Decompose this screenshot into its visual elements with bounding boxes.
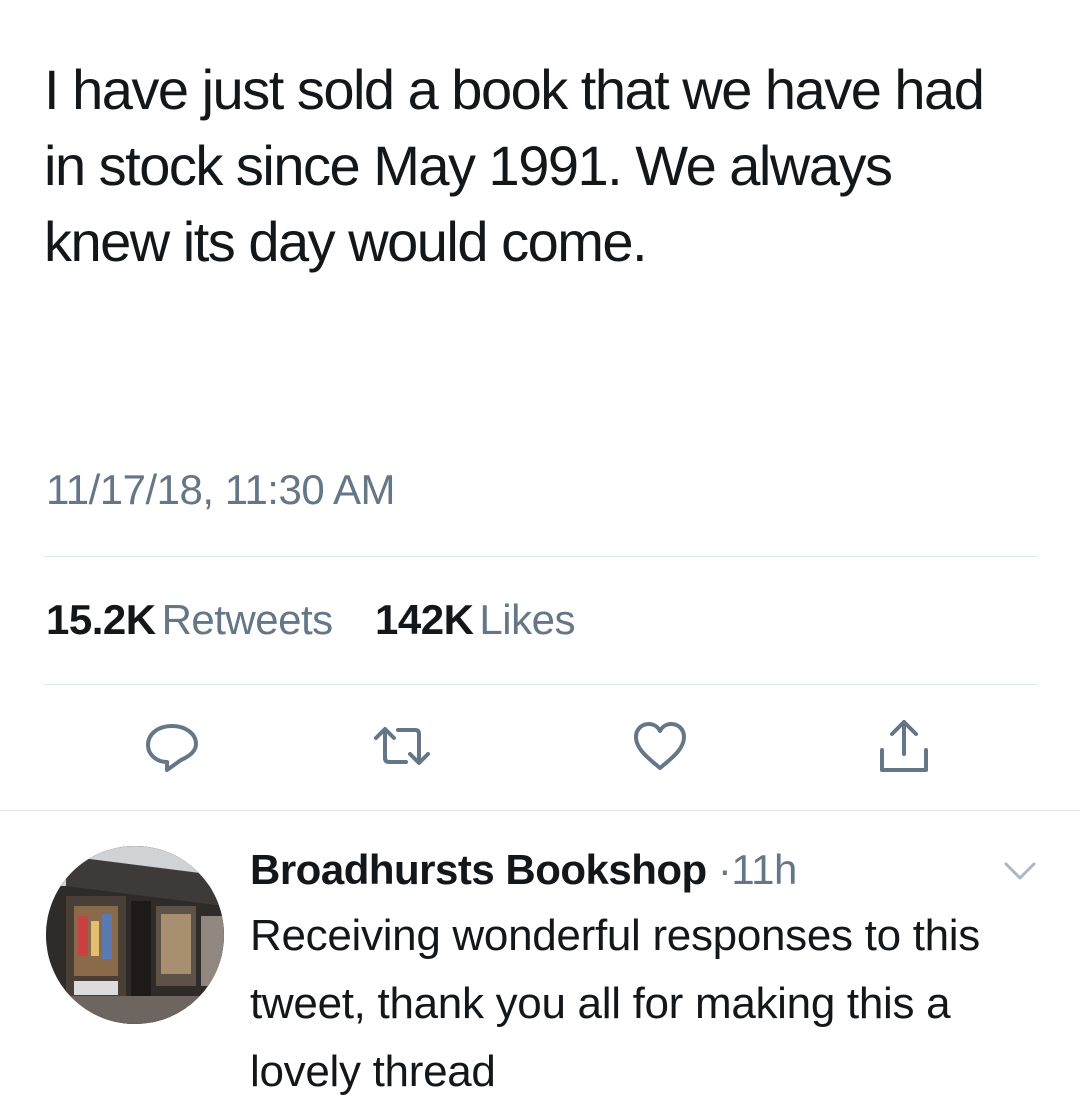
bookshop-storefront-photo	[46, 846, 224, 1024]
reply-text: Receiving wonderful responses to this tw…	[250, 911, 980, 1096]
reply-icon	[146, 724, 198, 772]
retweet-icon	[374, 727, 430, 765]
like-button[interactable]	[628, 714, 692, 778]
retweets-label: Retweets	[161, 596, 334, 643]
retweet-button[interactable]	[370, 714, 434, 778]
share-button[interactable]	[872, 714, 936, 778]
tweet-timestamp[interactable]: 11/17/18, 11:30 AM	[46, 462, 396, 518]
share-icon	[880, 720, 928, 772]
heart-icon	[634, 722, 686, 770]
reply-author-name[interactable]: Broadhursts Bookshop	[250, 846, 707, 893]
likes-label: Likes	[479, 596, 575, 643]
retweets-count: 15.2K	[46, 596, 156, 643]
divider	[44, 556, 1038, 557]
tweet-options-button[interactable]	[1000, 856, 1040, 886]
divider	[0, 810, 1080, 811]
reply-separator: ·	[717, 846, 732, 893]
reply-age[interactable]: 11h	[731, 846, 797, 893]
avatar[interactable]	[46, 846, 224, 1024]
chevron-down-icon	[1004, 862, 1036, 880]
tweet-stats: 15.2K Retweets 142K Likes	[46, 592, 575, 648]
retweets-stat[interactable]: 15.2K Retweets	[46, 596, 344, 643]
reply-button[interactable]	[140, 714, 204, 778]
likes-count: 142K	[375, 596, 474, 643]
reply-header: Broadhursts Bookshop ·11h	[250, 842, 797, 898]
divider	[44, 684, 1038, 685]
likes-stat[interactable]: 142K Likes	[364, 596, 575, 643]
tweet-text: I have just sold a book that we have had…	[44, 58, 985, 273]
